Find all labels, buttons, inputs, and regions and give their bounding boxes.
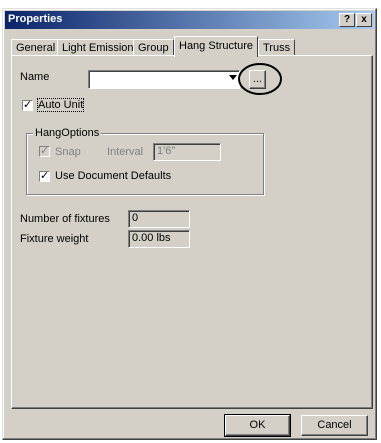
snap-checkbox[interactable]: ✓	[39, 144, 50, 157]
fixture-weight-field: 0.00 lbs	[128, 230, 190, 248]
checkmark-icon: ✓	[40, 169, 50, 182]
properties-dialog: Properties ? x General Light Emission Gr…	[2, 8, 377, 440]
highlight-circle	[238, 63, 282, 95]
interval-field[interactable]: 1'6"	[153, 143, 221, 161]
dropdown-arrow-icon[interactable]	[229, 75, 237, 80]
use-defaults-label: Use Document Defaults	[55, 170, 172, 182]
tab-group[interactable]: Group	[133, 39, 174, 56]
fixture-weight-label: Fixture weight	[20, 233, 89, 245]
name-combobox[interactable]	[88, 70, 240, 89]
snap-label: Snap	[55, 146, 81, 158]
hang-options-group: HangOptions ✓ Snap Interval 1'6" ✓ Use D…	[26, 127, 264, 195]
hang-options-title: HangOptions	[33, 127, 102, 139]
name-label: Name	[20, 71, 50, 83]
auto-unit-checkbox[interactable]: ✓	[22, 98, 33, 111]
ok-button[interactable]: OK	[224, 414, 291, 437]
close-button[interactable]: x	[356, 13, 372, 27]
use-defaults-checkbox[interactable]: ✓	[39, 169, 50, 182]
checkmark-icon: ✓	[23, 98, 33, 111]
checkmark-icon: ✓	[40, 144, 50, 157]
tab-hang-structure[interactable]: Hang Structure	[174, 36, 258, 57]
auto-unit-label[interactable]: Auto Unit	[36, 98, 85, 112]
fixture-count-label: Number of fixtures	[20, 213, 110, 225]
window-title: Properties	[8, 13, 63, 25]
tab-truss[interactable]: Truss	[258, 39, 296, 56]
hang-structure-panel: Name ... ✓ Auto Unit HangOptions ✓ Snap …	[11, 55, 373, 409]
interval-label: Interval	[107, 146, 144, 158]
help-button[interactable]: ?	[339, 13, 355, 27]
tab-light-emission[interactable]: Light Emission	[57, 39, 139, 56]
tab-general[interactable]: General	[11, 39, 61, 56]
fixture-count-field: 0	[128, 210, 190, 228]
cancel-button[interactable]: Cancel	[301, 415, 368, 436]
title-bar[interactable]: Properties ? x	[5, 11, 374, 29]
